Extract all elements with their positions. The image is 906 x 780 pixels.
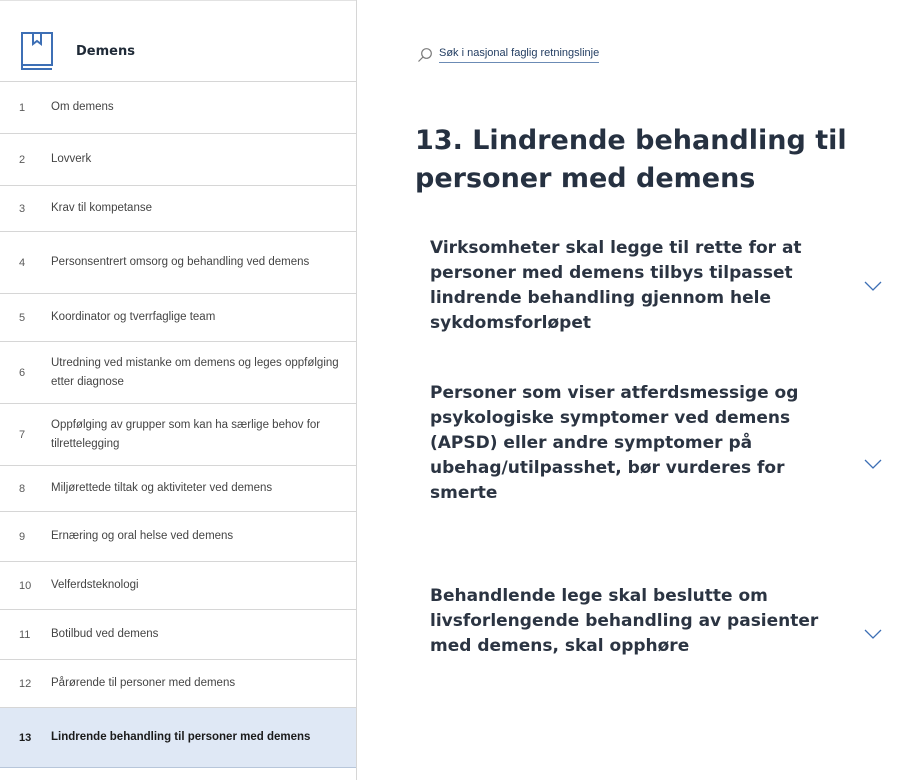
nav-label: Velferdsteknologi [51, 579, 139, 591]
book-icon [21, 32, 53, 70]
nav-label: Miljørettede tiltak og aktiviteter ved d… [51, 482, 273, 494]
nav-label: Utredning ved mistanke om demens og lege… [51, 356, 339, 388]
nav-label: Pårørende til personer med demens [51, 677, 236, 689]
nav-number: 6 [19, 366, 26, 379]
search-icon [418, 48, 432, 62]
sidebar-item-lindrende-behandling[interactable]: 13 Lindrende behandling til personer med… [0, 708, 356, 768]
recommendation-3[interactable]: Behandlende lege skal beslutte om livsfo… [430, 584, 900, 659]
sidebar-item-miljorettede-tiltak[interactable]: 8 Miljørettede tiltak og aktiviteter ved… [0, 466, 356, 512]
nav-number: 4 [19, 256, 26, 269]
sidebar-title: Demens [76, 44, 135, 59]
nav-number: 9 [19, 530, 26, 543]
recommendation-title: Personer som viser atferdsmessige og psy… [430, 383, 799, 503]
sidebar-item-om-demens[interactable]: 1 Om demens [0, 82, 356, 134]
recommendation-2[interactable]: Personer som viser atferdsmessige og psy… [430, 381, 900, 506]
sidebar-item-parorende[interactable]: 12 Pårørende til personer med demens [0, 660, 356, 708]
page-title: 13. Lindrende behandling til personer me… [415, 125, 847, 194]
nav-label: Oppfølging av grupper som kan ha særlige… [51, 418, 321, 450]
chevron-down-icon[interactable] [864, 459, 882, 470]
chevron-down-icon[interactable] [864, 629, 882, 640]
nav-number: 11 [19, 628, 31, 641]
nav-label: Krav til kompetanse [51, 202, 152, 214]
nav-number: 5 [19, 311, 26, 324]
sidebar-item-ernaering[interactable]: 9 Ernæring og oral helse ved demens [0, 512, 356, 562]
nav-label: Om demens [51, 101, 114, 113]
recommendation-title: Behandlende lege skal beslutte om livsfo… [430, 586, 819, 656]
nav-number: 2 [19, 153, 26, 166]
sidebar-item-botilbud[interactable]: 11 Botilbud ved demens [0, 610, 356, 660]
sidebar-item-koordinator[interactable]: 5 Koordinator og tverrfaglige team [0, 294, 356, 342]
chevron-down-icon[interactable] [864, 281, 882, 292]
nav-number: 10 [19, 579, 32, 592]
sidebar-header: Demens [0, 0, 356, 82]
nav-number: 12 [19, 677, 32, 690]
nav-label: Koordinator og tverrfaglige team [51, 311, 216, 323]
search-label: Søk i nasjonal faglig retningslinje [439, 47, 600, 63]
sidebar-item-personsentrert-omsorg[interactable]: 4 Personsentrert omsorg og behandling ve… [0, 232, 356, 294]
sidebar-item-velferdsteknologi[interactable]: 10 Velferdsteknologi [0, 562, 356, 610]
sidebar-nav: Demens 1 Om demens 2 Lovverk 3 Krav til … [0, 0, 357, 780]
recommendation-title: Virksomheter skal legge til rette for at… [430, 238, 802, 333]
recommendation-1[interactable]: Virksomheter skal legge til rette for at… [430, 236, 900, 336]
nav-label: Ernæring og oral helse ved demens [51, 530, 234, 542]
search-link[interactable]: Søk i nasjonal faglig retningslinje [417, 47, 600, 63]
nav-number: 7 [19, 428, 26, 441]
nav-number: 13 [19, 731, 32, 744]
nav-label: Lovverk [51, 153, 92, 165]
sidebar-item-lovverk[interactable]: 2 Lovverk [0, 134, 356, 186]
nav-label: Lindrende behandling til personer med de… [51, 731, 311, 743]
sidebar-item-oppfolging-grupper[interactable]: 7 Oppfølging av grupper som kan ha særli… [0, 404, 356, 466]
nav-number: 1 [19, 101, 26, 114]
nav-number: 3 [19, 202, 26, 215]
sidebar-item-krav-til-kompetanse[interactable]: 3 Krav til kompetanse [0, 186, 356, 232]
nav-label: Personsentrert omsorg og behandling ved … [51, 256, 310, 268]
nav-label: Botilbud ved demens [51, 628, 159, 640]
nav-number: 8 [19, 482, 26, 495]
sidebar-item-utredning[interactable]: 6 Utredning ved mistanke om demens og le… [0, 342, 356, 404]
